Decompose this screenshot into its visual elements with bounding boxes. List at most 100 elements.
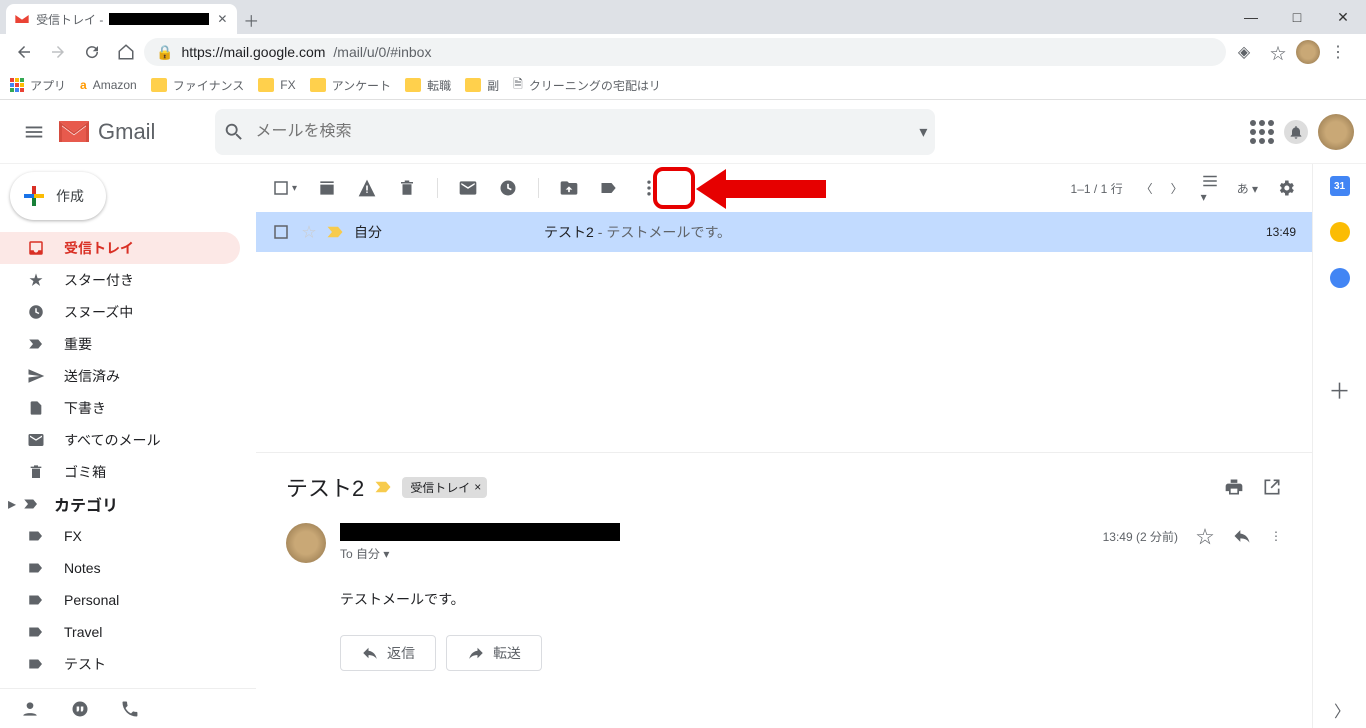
close-window-button[interactable]: ✕ [1320,0,1366,34]
forward-button[interactable]: 転送 [446,635,542,671]
report-spam-button[interactable] [357,178,377,198]
print-button[interactable] [1224,477,1244,497]
remove-label-icon[interactable]: × [474,480,481,494]
select-all-checkbox[interactable]: ▾ [272,179,297,197]
search-input[interactable] [255,123,909,141]
labels-button[interactable] [599,178,619,198]
person-icon[interactable] [20,699,40,719]
nav-label-personal[interactable]: Personal [0,584,240,616]
nav-all-mail[interactable]: すべてのメール [0,424,240,456]
search-options-icon[interactable]: ▾ [919,122,927,142]
bookmark-jobs[interactable]: 転職 [405,77,451,94]
hide-sidepanel-button[interactable]: 〉 [1334,698,1350,722]
nav-drafts[interactable]: 下書き [0,392,240,424]
row-important-icon[interactable] [326,225,344,239]
eye-icon[interactable]: ◈ [1228,36,1260,68]
message-header: To 自分 ▾ 13:49 (2 分前) ☆ ⋮ [286,523,1282,563]
account-avatar[interactable] [1318,114,1354,150]
input-tools-button[interactable]: あ ▾ [1237,180,1258,197]
star-icon: ★ [26,270,46,290]
forward-button[interactable] [42,36,74,68]
nav-label-test[interactable]: テスト [0,648,240,680]
address-bar[interactable]: 🔒 https://mail.google.com/mail/u/0/#inbo… [144,38,1226,66]
gmail-logo[interactable]: Gmail [56,118,155,145]
open-new-window-button[interactable] [1262,477,1282,497]
bookmark-side[interactable]: 副 [465,77,499,94]
nav-sent[interactable]: 送信済み [0,360,240,392]
mail-icon [26,431,46,449]
sidebar: 作成 受信トレイ ★スター付き スヌーズ中 重要 送信済み 下書き すべてのメー… [0,164,256,728]
phone-icon[interactable] [120,699,140,719]
main-menu-button[interactable] [12,110,56,154]
archive-button[interactable] [317,178,337,198]
nav-label-travel[interactable]: Travel [0,616,240,648]
prev-page-button[interactable]: 〈 [1141,180,1153,197]
browser-menu-icon[interactable]: ⋮ [1322,36,1354,68]
row-time: 13:49 [1266,225,1296,239]
settings-button[interactable] [1276,178,1296,198]
snooze-button[interactable] [498,178,518,198]
email-row[interactable]: ☆ 自分 テスト2 - テストメールです。 13:49 [256,212,1312,252]
keep-addon-icon[interactable] [1330,222,1350,242]
annotation-arrow [726,180,826,198]
browser-tab[interactable]: 受信トレイ - ✕ [6,4,237,34]
compose-button[interactable]: 作成 [10,172,106,220]
important-icon [22,495,40,513]
maximize-button[interactable]: □ [1274,0,1320,34]
label-chip-inbox[interactable]: 受信トレイ× [402,477,487,498]
hangouts-icon[interactable] [70,699,90,719]
star-bookmark-icon[interactable]: ☆ [1262,36,1294,68]
back-button[interactable] [8,36,40,68]
bookmark-finance[interactable]: ファイナンス [151,77,245,94]
profile-avatar-browser[interactable] [1296,40,1320,64]
message-to[interactable]: To 自分 ▾ [340,545,620,562]
delete-button[interactable] [397,178,417,198]
url-host: https://mail.google.com [181,44,325,60]
nav-important[interactable]: 重要 [0,328,240,360]
notifications-icon[interactable] [1284,120,1308,144]
next-page-button[interactable]: 〉 [1171,180,1183,197]
bookmark-survey[interactable]: アンケート [310,77,392,94]
new-tab-button[interactable]: ＋ [237,6,265,34]
sender-avatar[interactable] [286,523,326,563]
message-star-icon[interactable]: ☆ [1196,523,1214,549]
message-reply-icon[interactable] [1232,526,1252,546]
nav-categories[interactable]: ▸カテゴリ [0,488,256,520]
bookmark-fx[interactable]: FX [258,78,295,92]
more-button[interactable] [639,178,659,198]
mark-unread-button[interactable] [458,178,478,198]
nav-inbox[interactable]: 受信トレイ [0,232,240,264]
gmail-header: Gmail ▾ [0,100,1366,164]
row-star-icon[interactable]: ☆ [302,222,316,242]
apps-shortcut[interactable]: アプリ [10,77,66,94]
plus-icon [24,186,44,206]
reply-button[interactable]: 返信 [340,635,436,671]
home-button[interactable] [110,36,142,68]
search-box[interactable]: ▾ [215,109,935,155]
get-addons-button[interactable]: ＋ [1328,374,1350,406]
calendar-addon-icon[interactable]: 31 [1330,176,1350,196]
label-icon [26,559,46,577]
row-checkbox[interactable] [272,223,292,241]
google-apps-icon[interactable] [1250,120,1274,144]
tasks-addon-icon[interactable] [1330,268,1350,288]
nav-snoozed[interactable]: スヌーズ中 [0,296,240,328]
conversation-important-icon[interactable] [374,480,392,494]
bookmarks-bar: アプリ aAmazon ファイナンス FX アンケート 転職 副 🗎クリーニング… [0,70,1366,100]
sent-icon [26,367,46,385]
close-tab-icon[interactable]: ✕ [215,12,229,26]
bookmark-cleaning[interactable]: 🗎クリーニングの宅配はリ [513,75,661,96]
nav-label-fx[interactable]: FX [0,520,240,552]
minimize-button[interactable]: — [1228,0,1274,34]
nav-trash[interactable]: ゴミ箱 [0,456,240,488]
reload-button[interactable] [76,36,108,68]
search-icon [223,121,245,143]
nav-label-notes[interactable]: Notes [0,552,240,584]
message-more-icon[interactable]: ⋮ [1270,529,1282,543]
bookmark-amazon[interactable]: aAmazon [80,78,137,92]
nav-starred[interactable]: ★スター付き [0,264,240,296]
page-icon: 🗎 [513,75,523,96]
move-to-button[interactable] [559,178,579,198]
density-button[interactable]: ▾ [1201,172,1219,204]
url-path: /mail/u/0/#inbox [333,44,431,60]
